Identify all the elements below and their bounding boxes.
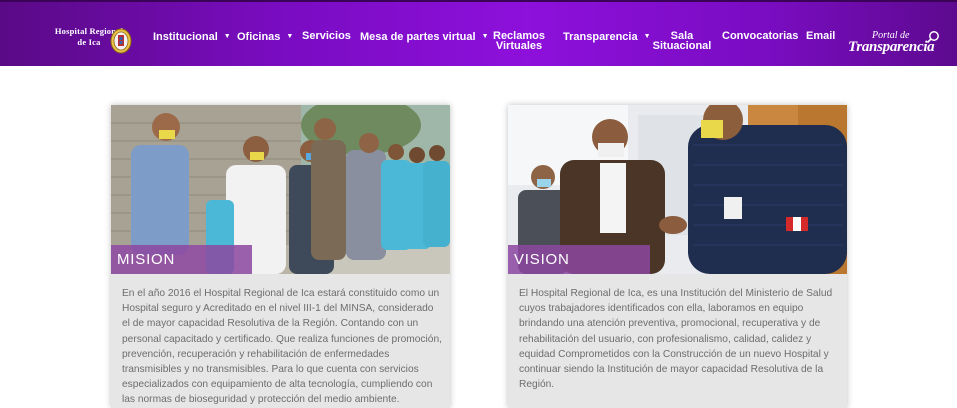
mision-card: MISION En el año 2016 el Hospital Region… xyxy=(111,105,450,408)
nav-oficinas[interactable]: Oficinas ▼ xyxy=(237,31,293,43)
nav-servicios[interactable]: Servicios xyxy=(302,31,351,42)
nav-transparencia[interactable]: Transparencia ▼ xyxy=(563,31,651,43)
magnifier-icon xyxy=(926,31,939,44)
caret-down-icon: ▼ xyxy=(481,33,489,40)
nav-transparencia-label: Transparencia xyxy=(563,31,638,43)
nav-sala-situacional[interactable]: Sala Situacional xyxy=(652,31,712,52)
mision-title: MISION xyxy=(111,245,252,274)
nav-reclamos-line2: Virtuales xyxy=(495,40,543,52)
mision-text: En el año 2016 el Hospital Regional de I… xyxy=(122,288,442,406)
caret-down-icon: ▼ xyxy=(286,33,294,40)
nav-servicios-label: Servicios xyxy=(302,30,351,42)
nav-email-label: Email xyxy=(806,30,836,42)
vision-text: El Hospital Regional de Ica, es una Inst… xyxy=(519,288,833,391)
nav-reclamos[interactable]: Reclamos Virtuales xyxy=(490,31,548,52)
nav-mesa-partes-label: Mesa de partes virtual xyxy=(360,31,476,43)
nav-oficinas-label: Oficinas xyxy=(237,31,281,43)
nav-convocatorias[interactable]: Convocatorias xyxy=(722,31,798,42)
nav-sala-line2: Situacional xyxy=(652,40,712,52)
nav-institucional-label: Institucional xyxy=(153,31,218,43)
caret-down-icon: ▼ xyxy=(223,33,231,40)
hospital-seal-icon[interactable] xyxy=(110,28,132,54)
portal-transparencia-link[interactable]: Portal de Transparencia xyxy=(846,29,942,57)
top-navbar: Hospital Regional de Ica Institucional ▼ … xyxy=(0,0,957,66)
vision-card: VISION El Hospital Regional de Ica, es u… xyxy=(508,105,847,408)
vision-title: VISION xyxy=(508,245,650,274)
nav-convocatorias-label: Convocatorias xyxy=(722,30,799,42)
portal-big-text: Transparencia xyxy=(848,39,935,55)
nav-mesa-partes[interactable]: Mesa de partes virtual ▼ xyxy=(360,31,489,43)
nav-email[interactable]: Email xyxy=(806,31,835,42)
nav-institucional[interactable]: Institucional ▼ xyxy=(153,31,231,43)
caret-down-icon: ▼ xyxy=(643,33,651,40)
